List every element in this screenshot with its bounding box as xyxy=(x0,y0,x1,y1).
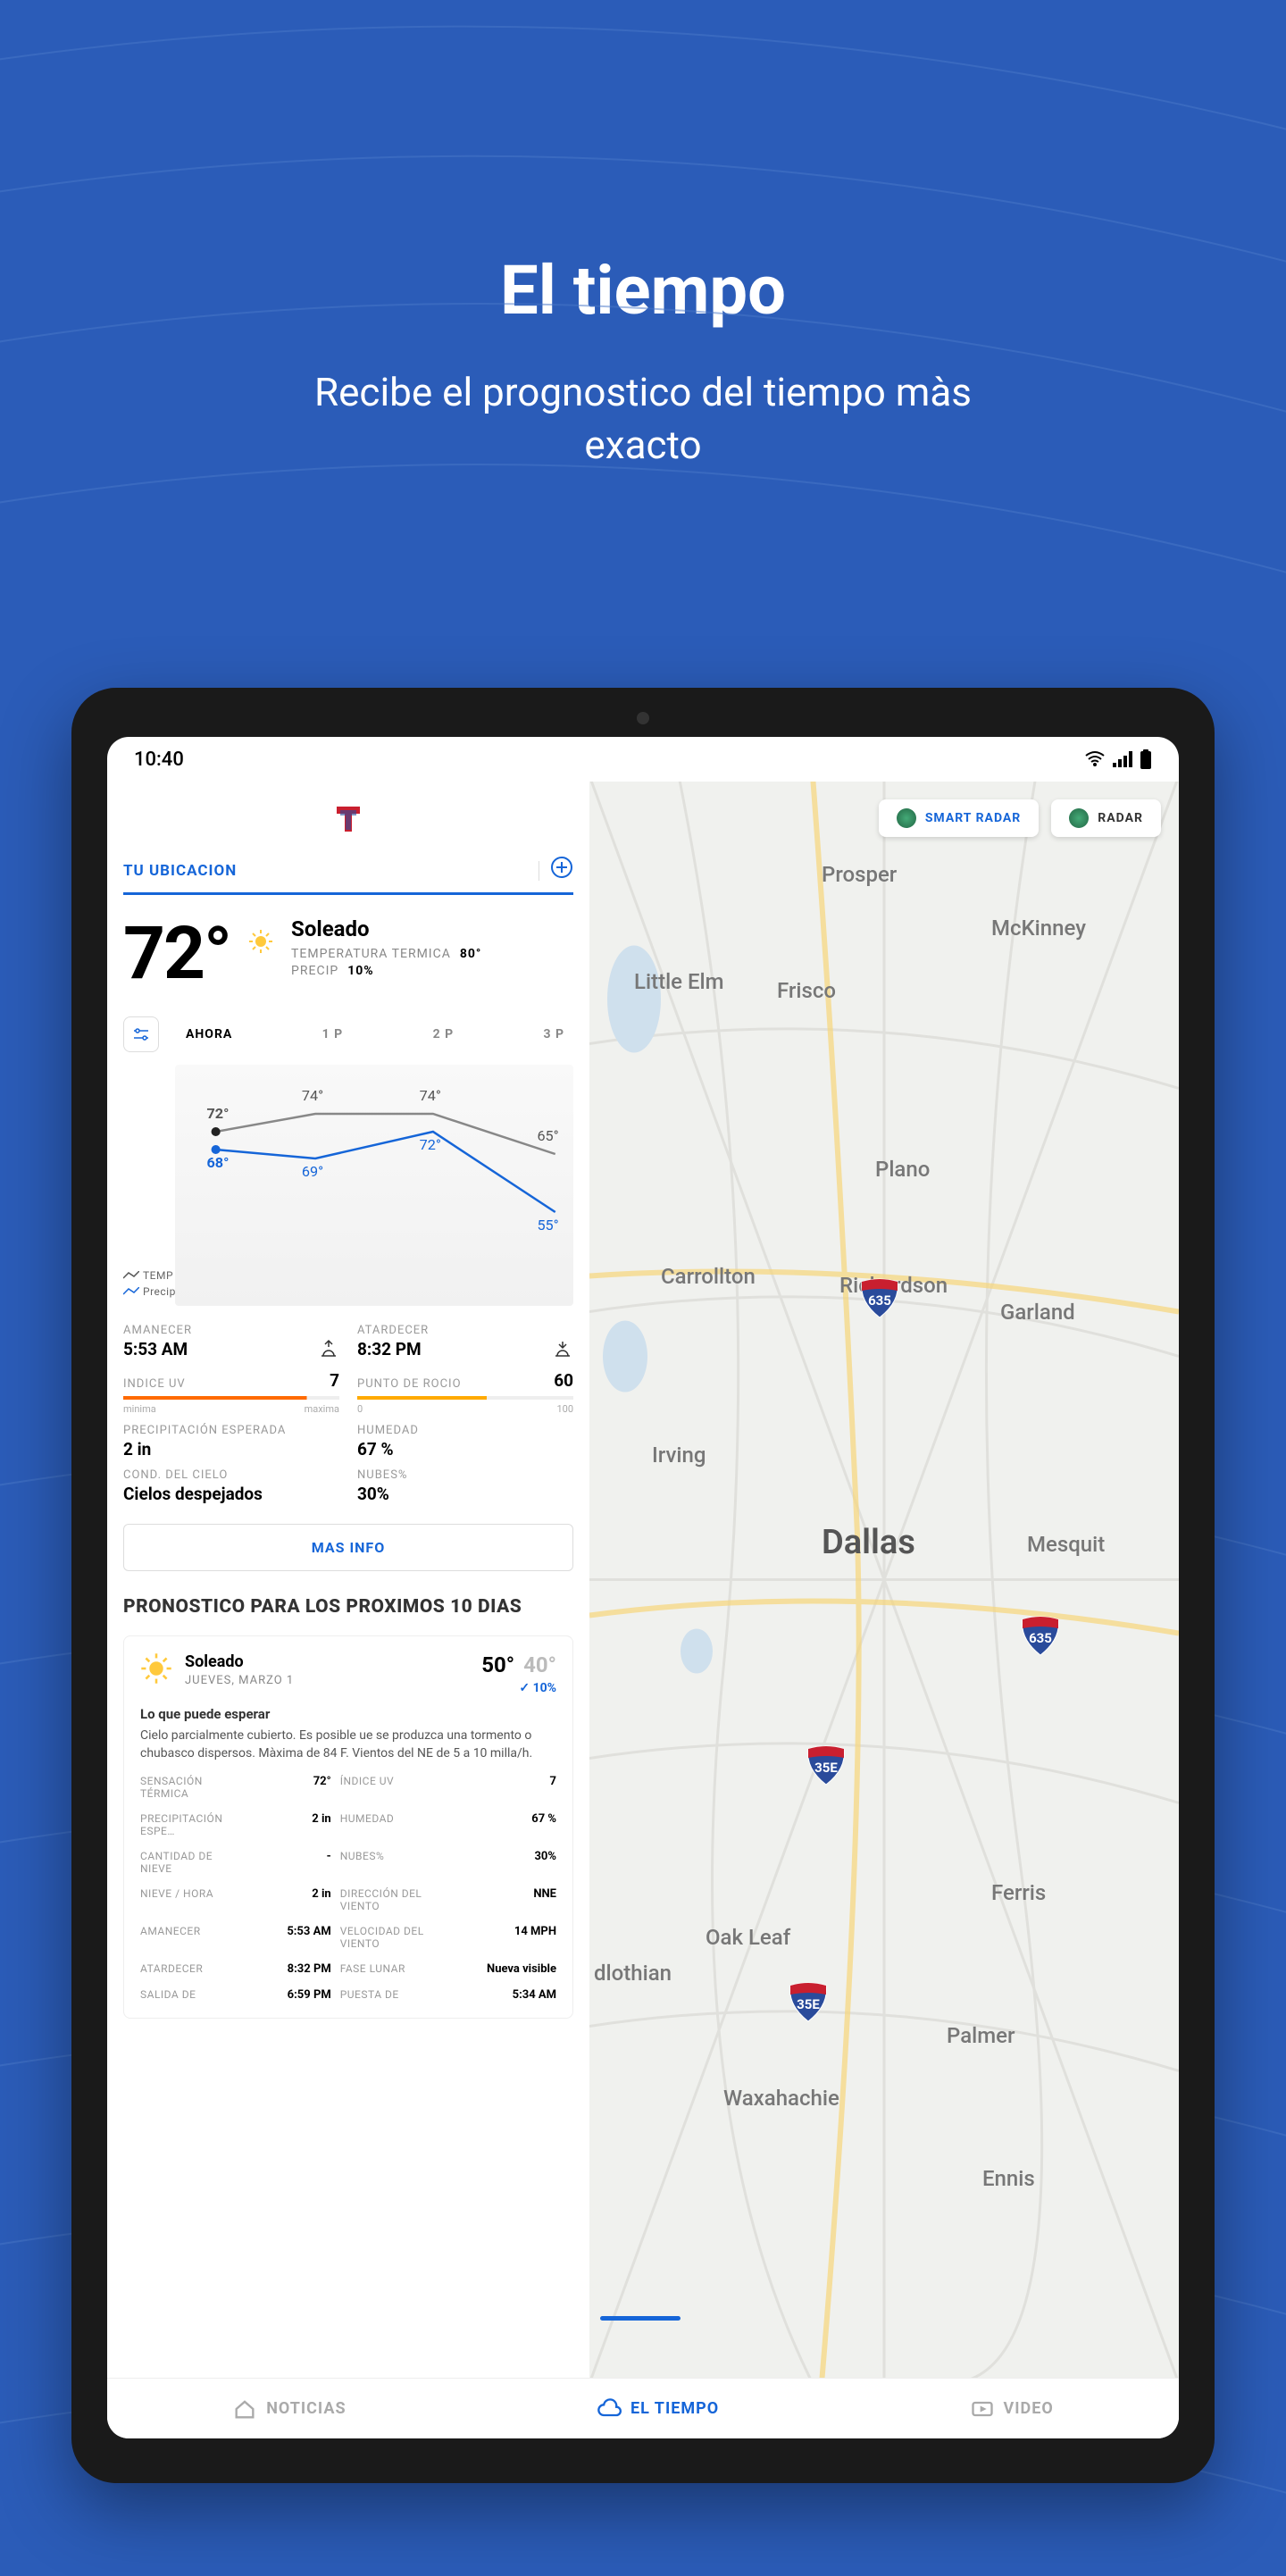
map-city-label: Little Elm xyxy=(634,969,724,994)
map-city-label: Oak Leaf xyxy=(706,1925,790,1950)
more-info-button[interactable]: MAS INFO xyxy=(123,1524,573,1571)
play-icon xyxy=(970,2396,995,2421)
bottom-nav: NOTICIAS EL TIEMPO VIDEO xyxy=(107,2378,1179,2438)
map-city-label: Garland xyxy=(1000,1300,1075,1325)
map-city-label: Waxahachie xyxy=(723,2086,839,2111)
status-icons xyxy=(1084,749,1152,769)
radar-dot-icon xyxy=(1069,808,1089,828)
condition-text: Soleado xyxy=(291,916,573,941)
map-city-label: Frisco xyxy=(777,978,836,1003)
add-location-button[interactable] xyxy=(550,856,573,885)
uv-bar xyxy=(123,1396,339,1400)
nav-noticias[interactable]: NOTICIAS xyxy=(232,2396,346,2421)
smart-radar-button[interactable]: SMART RADAR xyxy=(879,799,1039,837)
map-city-label: Ferris xyxy=(991,1880,1046,1905)
highway-shield: 35E xyxy=(786,1978,831,2023)
sunrise-icon xyxy=(318,1338,339,1359)
map-city-label: Palmer xyxy=(947,2023,1015,2048)
radar-dot-icon xyxy=(897,808,916,828)
map-city-label: dlothian xyxy=(594,1961,672,1986)
promo-title: El tiempo xyxy=(36,250,1250,330)
hour-2[interactable]: 2 P xyxy=(433,1027,455,1041)
svg-text:72°: 72° xyxy=(420,1136,441,1153)
map-panel[interactable]: SMART RADAR RADAR Prosper McKinney Little … xyxy=(589,782,1179,2378)
tablet-screen: 10:40 TU UBICACION xyxy=(107,737,1179,2438)
svg-text:74°: 74° xyxy=(420,1087,441,1104)
status-bar: 10:40 xyxy=(107,737,1179,782)
radar-button[interactable]: RADAR xyxy=(1051,799,1161,837)
day-stats-grid: SENSACIÓN TÉRMICA72°ÍNDICE UV7PRECIPITAC… xyxy=(140,1775,556,2002)
hourly-chart: 72° 74° 74° 65° 68° 69° 72° 55° xyxy=(175,1065,573,1306)
highway-shield: 635 xyxy=(857,1275,902,1319)
svg-text:35E: 35E xyxy=(814,1760,838,1776)
highway-shield: 35E xyxy=(804,1742,848,1786)
sun-icon xyxy=(248,929,273,954)
home-icon xyxy=(232,2396,257,2421)
map-city-label: Dallas xyxy=(822,1523,915,1562)
chart-legend: TEMP Precip xyxy=(123,1269,176,1301)
svg-text:74°: 74° xyxy=(302,1087,323,1104)
promo-subtitle: Recibe el prognostico del tiempo màs exa… xyxy=(36,366,1250,473)
current-temp: 72° xyxy=(123,911,230,997)
svg-text:635: 635 xyxy=(868,1292,891,1309)
map-city-label: Irving xyxy=(652,1443,706,1468)
wifi-icon xyxy=(1084,750,1106,768)
svg-text:65°: 65° xyxy=(537,1127,558,1144)
hourly-strip: AHORA 1 P 2 P 3 P xyxy=(123,1016,573,1052)
forecast-title: PRONOSTICO PARA LOS PROXIMOS 10 DIAS xyxy=(123,1596,573,1618)
status-time: 10:40 xyxy=(134,749,184,771)
tablet-frame: 10:40 TU UBICACION xyxy=(71,688,1215,2483)
tablet-camera xyxy=(637,712,649,724)
map-city-label: Mesquit xyxy=(1027,1532,1105,1557)
dew-bar xyxy=(357,1396,573,1400)
sunset-icon xyxy=(552,1338,573,1359)
map-city-label: McKinney xyxy=(991,916,1086,941)
nav-tiempo[interactable]: EL TIEMPO xyxy=(597,2396,719,2421)
hour-1[interactable]: 1 P xyxy=(322,1027,344,1041)
svg-text:68°: 68° xyxy=(206,1154,229,1171)
nav-indicator xyxy=(600,2316,681,2321)
chart-settings-button[interactable] xyxy=(123,1016,159,1052)
map-city-label: Ennis xyxy=(982,2166,1035,2191)
svg-text:635: 635 xyxy=(1029,1630,1052,1646)
location-header: TU UBICACION xyxy=(123,856,573,895)
telemundo-logo xyxy=(331,801,365,835)
app-logo-row xyxy=(123,782,573,856)
svg-text:55°: 55° xyxy=(537,1217,558,1234)
cloud-icon xyxy=(597,2396,622,2421)
svg-text:35E: 35E xyxy=(797,1996,820,2012)
map-city-label: Carrollton xyxy=(661,1264,756,1289)
map-city-label: Prosper xyxy=(822,862,897,887)
map-city-label: Plano xyxy=(875,1157,930,1182)
highway-shield: 635 xyxy=(1018,1612,1063,1657)
forecast-day-card[interactable]: Soleado JUEVES, MARZO 1 50° 40° ✓ 10% Lo… xyxy=(123,1635,573,2019)
svg-text:72°: 72° xyxy=(206,1105,229,1122)
sun-icon xyxy=(140,1652,172,1689)
hour-3[interactable]: 3 P xyxy=(543,1027,564,1041)
location-label: TU UBICACION xyxy=(123,862,237,880)
signal-icon xyxy=(1113,751,1132,767)
weather-panel: TU UBICACION 72° Soleado xyxy=(107,782,589,2378)
stat-grid: AMANECER 5:53 AM ATARDECER 8:32 PM xyxy=(123,1324,573,1504)
svg-text:69°: 69° xyxy=(302,1163,323,1180)
hour-now[interactable]: AHORA xyxy=(186,1027,232,1041)
battery-icon xyxy=(1140,749,1152,769)
promo-header: El tiempo Recibe el prognostico del tiem… xyxy=(0,0,1286,473)
current-conditions: 72° Soleado TEMPERATURA TERMICA 80° PREC… xyxy=(123,911,573,997)
nav-video[interactable]: VIDEO xyxy=(970,2396,1054,2421)
